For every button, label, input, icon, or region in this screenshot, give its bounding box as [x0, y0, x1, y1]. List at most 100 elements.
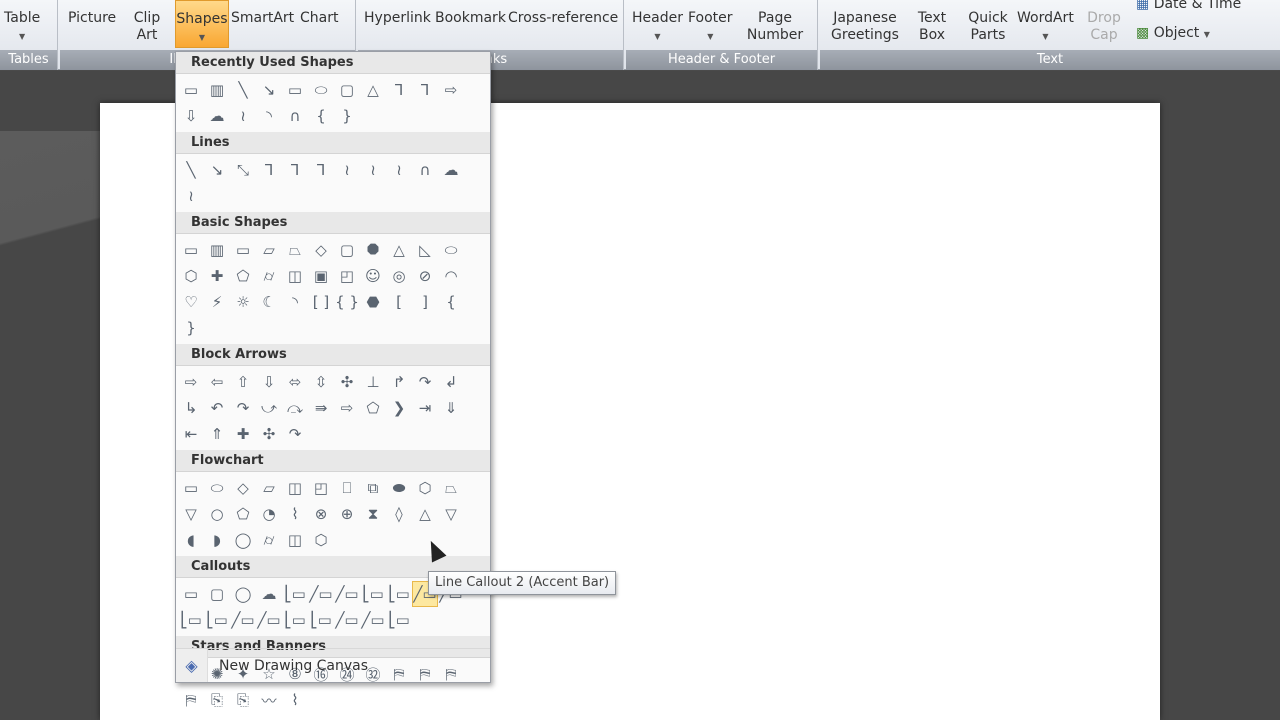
shape-icon[interactable]: ⏢	[438, 475, 464, 501]
shape-icon[interactable]: ✚	[204, 263, 230, 289]
shape-icon[interactable]: ⅂	[308, 157, 334, 183]
shape-icon[interactable]: ⛿	[178, 687, 204, 713]
shape-icon[interactable]: ╱▭	[308, 581, 334, 607]
shape-icon[interactable]: ⬠	[230, 263, 256, 289]
japanese-greetings-button[interactable]: Japanese Greetings	[826, 10, 904, 44]
clip-art-button[interactable]: Clip Art	[132, 10, 162, 44]
shape-icon[interactable]: ▽	[178, 501, 204, 527]
shape-icon[interactable]: {	[438, 289, 464, 315]
shape-icon[interactable]: { }	[334, 289, 360, 315]
shape-icon[interactable]: ▭	[230, 237, 256, 263]
shape-icon[interactable]: ⇧	[230, 369, 256, 395]
shape-icon[interactable]: ☁	[204, 103, 230, 129]
shape-icon[interactable]: ◔	[256, 501, 282, 527]
shape-icon[interactable]: ◺	[412, 237, 438, 263]
shape-icon[interactable]: ⌭	[256, 527, 282, 553]
shape-icon[interactable]: ▭	[178, 581, 204, 607]
shape-icon[interactable]: ⇳	[308, 369, 334, 395]
shape-icon[interactable]: ⬠	[360, 395, 386, 421]
shape-icon[interactable]: ▱	[256, 237, 282, 263]
shape-icon[interactable]: ▭	[178, 475, 204, 501]
shape-icon[interactable]: ⇨	[178, 369, 204, 395]
date-time-button[interactable]: ▦ Date & Time	[1136, 0, 1241, 13]
shape-icon[interactable]: △	[386, 237, 412, 263]
shape-icon[interactable]: ▭	[178, 77, 204, 103]
shape-icon[interactable]: ✚	[230, 421, 256, 447]
shape-icon[interactable]: ⎣▭	[282, 581, 308, 607]
header-button[interactable]: Header ▼	[632, 10, 683, 45]
shape-icon[interactable]: [	[386, 289, 412, 315]
shape-icon[interactable]: ◫	[282, 263, 308, 289]
shape-icon[interactable]: ⬭	[204, 475, 230, 501]
shape-icon[interactable]: ◫	[282, 527, 308, 553]
shape-icon[interactable]: △	[412, 501, 438, 527]
shape-icon[interactable]: ╲	[178, 157, 204, 183]
shape-icon[interactable]: ▥	[204, 77, 230, 103]
shape-icon[interactable]: ⬭	[308, 77, 334, 103]
shape-icon[interactable]: ↳	[178, 395, 204, 421]
shape-icon[interactable]: ⎣▭	[308, 607, 334, 633]
shape-icon[interactable]: ⏢	[282, 237, 308, 263]
shape-icon[interactable]: ○	[204, 501, 230, 527]
shape-icon[interactable]: ⚡	[204, 289, 230, 315]
shape-icon[interactable]: ✣	[334, 369, 360, 395]
shape-icon[interactable]: ⅂	[412, 77, 438, 103]
shape-icon[interactable]: ⇛	[308, 395, 334, 421]
shape-icon[interactable]: ]	[412, 289, 438, 315]
shape-icon[interactable]: ∩	[282, 103, 308, 129]
shape-icon[interactable]: ⊗	[308, 501, 334, 527]
shape-icon[interactable]: ❯	[386, 395, 412, 421]
shape-icon[interactable]: ⊕	[334, 501, 360, 527]
quick-parts-button[interactable]: Quick Parts	[966, 10, 1010, 44]
shape-icon[interactable]: ⇦	[204, 369, 230, 395]
shape-icon[interactable]: ▱	[256, 475, 282, 501]
shape-icon[interactable]: ⅂	[386, 77, 412, 103]
shape-icon[interactable]: ≀	[334, 157, 360, 183]
shape-icon[interactable]: ⬭	[438, 237, 464, 263]
shape-icon[interactable]: ◎	[386, 263, 412, 289]
new-drawing-canvas-item[interactable]: ◈ New Drawing Canvas	[176, 648, 490, 682]
shape-icon[interactable]: ⌭	[256, 263, 282, 289]
shape-icon[interactable]: {	[308, 103, 334, 129]
shape-icon[interactable]: △	[360, 77, 386, 103]
shape-icon[interactable]: ◝	[256, 103, 282, 129]
shape-icon[interactable]: ▣	[308, 263, 334, 289]
shape-icon[interactable]: ▭	[178, 237, 204, 263]
shape-icon[interactable]: ⇩	[256, 369, 282, 395]
shape-icon[interactable]: ↷	[230, 395, 256, 421]
shape-icon[interactable]: ⌇	[282, 687, 308, 713]
shape-icon[interactable]: ↘	[256, 77, 282, 103]
shape-icon[interactable]: ⇓	[438, 395, 464, 421]
shape-icon[interactable]: ◠	[438, 263, 464, 289]
shape-icon[interactable]: ✣	[256, 421, 282, 447]
shape-icon[interactable]: ⊘	[412, 263, 438, 289]
shape-icon[interactable]: ⇩	[178, 103, 204, 129]
shapes-button[interactable]: Shapes ▼	[175, 0, 229, 48]
shape-icon[interactable]: ⬣	[360, 289, 386, 315]
shape-icon[interactable]: ↷	[412, 369, 438, 395]
shape-icon[interactable]: ◗	[204, 527, 230, 553]
shape-icon[interactable]: ⇨	[334, 395, 360, 421]
shape-icon[interactable]: ▭	[282, 77, 308, 103]
shape-icon[interactable]: ⇑	[204, 421, 230, 447]
shape-icon[interactable]: ≀	[230, 103, 256, 129]
table-button[interactable]: Table ▼	[4, 10, 40, 45]
picture-button[interactable]: Picture	[68, 10, 116, 27]
shape-icon[interactable]: ⧗	[360, 501, 386, 527]
cross-reference-button[interactable]: Cross-reference	[508, 10, 618, 27]
shape-icon[interactable]: ╱▭	[230, 607, 256, 633]
shape-icon[interactable]: ◇	[308, 237, 334, 263]
shape-icon[interactable]: ⤼	[282, 395, 308, 421]
shape-icon[interactable]: ⤻	[256, 395, 282, 421]
shape-icon[interactable]: ◰	[308, 475, 334, 501]
shape-icon[interactable]: ⎣▭	[386, 607, 412, 633]
shape-icon[interactable]: ⬠	[230, 501, 256, 527]
smartart-button[interactable]: SmartArt	[231, 10, 294, 27]
shape-icon[interactable]: ◝	[282, 289, 308, 315]
shape-icon[interactable]: ☼	[230, 289, 256, 315]
shape-icon[interactable]: ◖	[178, 527, 204, 553]
shape-icon[interactable]: ↘	[204, 157, 230, 183]
chart-button[interactable]: Chart	[300, 10, 338, 27]
shape-icon[interactable]: ⅂	[256, 157, 282, 183]
shape-icon[interactable]: ⎣▭	[386, 581, 412, 607]
